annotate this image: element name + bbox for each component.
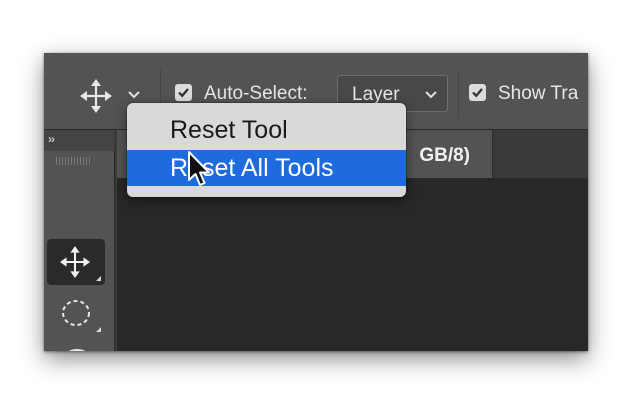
show-transform-label: Show Tra xyxy=(498,83,579,104)
tool-preset-context-menu: Reset Tool Reset All Tools xyxy=(127,103,406,197)
panel-grip[interactable] xyxy=(56,157,92,165)
checkmark-icon xyxy=(178,88,189,98)
checkmark-icon xyxy=(472,88,483,98)
document-tab-title: GB/8) xyxy=(419,145,470,166)
app-window: Auto-Select: Layer Show Tra ›› GB/8) xyxy=(44,53,588,351)
tool-group-indicator xyxy=(96,276,101,281)
show-transform-checkbox[interactable] xyxy=(469,84,486,101)
canvas-area[interactable] xyxy=(117,179,588,351)
elliptical-marquee-icon xyxy=(62,300,90,326)
lasso-icon xyxy=(68,349,86,351)
menu-item-label: Reset Tool xyxy=(170,116,288,144)
chevron-down-icon[interactable] xyxy=(126,89,142,101)
move-arrows-icon xyxy=(60,246,90,278)
tool-preset-picker[interactable] xyxy=(80,79,112,113)
mouse-pointer-icon xyxy=(188,151,210,186)
move-tool[interactable] xyxy=(47,239,105,285)
auto-select-checkbox[interactable] xyxy=(175,84,192,101)
tools-panel xyxy=(44,151,115,351)
collapse-glyph: ›› xyxy=(48,132,55,146)
move-arrows-icon xyxy=(80,79,112,113)
menu-item-reset-all-tools[interactable]: Reset All Tools xyxy=(127,150,406,186)
lasso-tool[interactable] xyxy=(47,341,105,351)
auto-select-label: Auto-Select: xyxy=(204,83,308,104)
separator xyxy=(458,69,459,117)
panel-collapse-button[interactable]: ›› xyxy=(44,130,114,151)
menu-item-reset-tool[interactable]: Reset Tool xyxy=(127,112,406,148)
tool-group-indicator xyxy=(96,327,101,332)
chevron-down-icon xyxy=(425,91,437,99)
marquee-tool[interactable] xyxy=(47,290,105,336)
